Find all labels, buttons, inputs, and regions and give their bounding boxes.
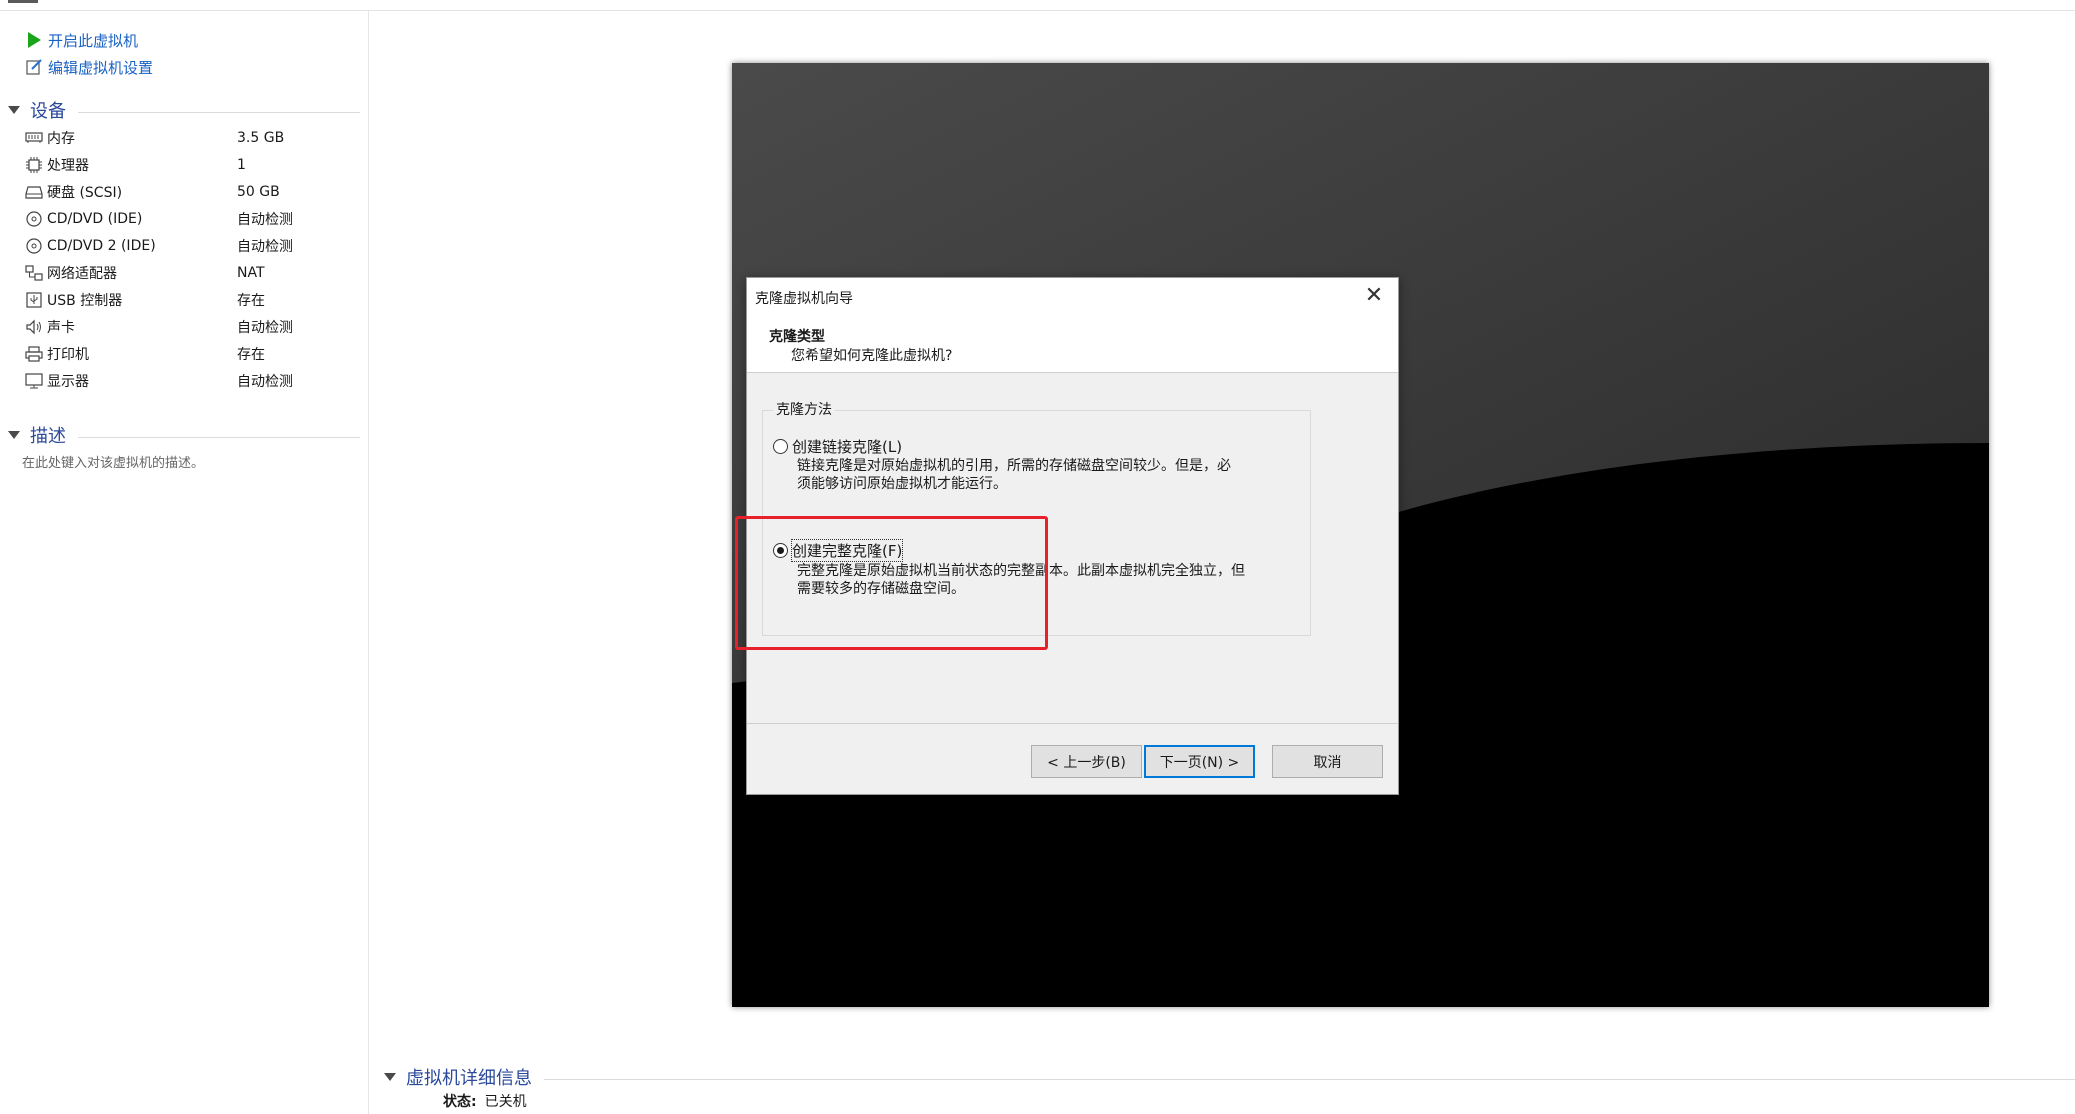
- back-button[interactable]: < 上一步(B): [1031, 745, 1142, 778]
- section-divider: [78, 111, 360, 113]
- desc-line: 须能够访问原始虚拟机才能运行。: [797, 476, 1007, 492]
- usb-icon: [24, 291, 44, 309]
- device-name: 打印机: [47, 347, 89, 363]
- device-name: 处理器: [47, 158, 89, 174]
- device-value: 50 GB: [237, 184, 280, 200]
- devices-section-title: 设备: [30, 101, 66, 122]
- cancel-button[interactable]: 取消: [1272, 745, 1383, 778]
- device-value: 自动检测: [237, 239, 293, 255]
- collapse-triangle-icon: [8, 106, 20, 114]
- device-row-printer[interactable]: 打印机 存在: [24, 341, 354, 367]
- device-name: 声卡: [47, 320, 75, 336]
- section-divider: [78, 436, 360, 438]
- device-row-processor[interactable]: 处理器 1: [24, 152, 354, 178]
- dialog-subheading: 您希望如何克隆此虚拟机?: [791, 348, 953, 364]
- device-row-memory[interactable]: 内存 3.5 GB: [24, 125, 354, 151]
- device-name: USB 控制器: [47, 293, 123, 309]
- devices-section-header[interactable]: 设备: [8, 96, 360, 124]
- collapse-triangle-icon: [8, 431, 20, 439]
- edit-vm-settings-label: 编辑虚拟机设置: [48, 58, 154, 77]
- vm-summary-panel: 开启此虚拟机 编辑虚拟机设置 设备 内存 3.5 GB 处理器 1 硬盘 (SC…: [0, 11, 369, 1114]
- vm-details-section-header[interactable]: 虚拟机详细信息: [384, 1063, 2075, 1091]
- vm-status-row: 状态: 已关机: [443, 1091, 527, 1111]
- memory-icon: [24, 129, 44, 147]
- edit-vm-settings-link[interactable]: 编辑虚拟机设置: [24, 54, 153, 80]
- vmware-workstation-window: 开启此虚拟机 编辑虚拟机设置 设备 内存 3.5 GB 处理器 1 硬盘 (SC…: [0, 0, 2075, 1114]
- vm-details-title: 虚拟机详细信息: [406, 1068, 532, 1089]
- device-value: 3.5 GB: [237, 130, 285, 146]
- device-name: 硬盘 (SCSI): [47, 185, 123, 201]
- power-on-vm-label: 开启此虚拟机: [48, 31, 139, 50]
- cpu-icon: [24, 156, 44, 174]
- red-highlight-annotation: [735, 516, 1048, 650]
- clone-method-group-label: 克隆方法: [773, 399, 835, 419]
- dialog-heading: 克隆类型: [769, 329, 825, 345]
- device-name: CD/DVD 2 (IDE): [47, 238, 156, 254]
- device-name: CD/DVD (IDE): [47, 211, 143, 227]
- top-toolbar-strip: [0, 0, 2075, 11]
- play-icon: [24, 30, 44, 50]
- device-value: 自动检测: [237, 212, 293, 228]
- status-key: 状态:: [443, 1094, 477, 1110]
- linked-clone-label: 创建链接克隆(L): [792, 438, 903, 456]
- edit-settings-icon: [24, 57, 44, 77]
- radio-button[interactable]: [773, 439, 788, 454]
- sound-icon: [24, 318, 44, 336]
- device-name: 内存: [47, 131, 75, 147]
- section-divider: [544, 1078, 2075, 1080]
- cd-icon: [24, 210, 44, 228]
- collapse-triangle-icon: [384, 1073, 396, 1081]
- device-value: 存在: [237, 293, 265, 309]
- device-row-network[interactable]: 网络适配器 NAT: [24, 260, 354, 286]
- device-name: 网络适配器: [47, 266, 117, 282]
- monitor-icon: [24, 372, 44, 390]
- tab-indicator: [8, 0, 38, 3]
- dialog-window-title: 克隆虚拟机向导: [755, 291, 853, 307]
- close-icon[interactable]: ✕: [1362, 284, 1386, 308]
- device-value: 存在: [237, 347, 265, 363]
- status-value: 已关机: [484, 1094, 527, 1110]
- description-input[interactable]: 在此处键入对该虚拟机的描述。: [22, 452, 204, 471]
- device-value: NAT: [237, 265, 265, 281]
- linked-clone-description: 链接克隆是对原始虚拟机的引用，所需的存储磁盘空间较少。但是，必 须能够访问原始虚…: [797, 457, 1287, 493]
- printer-icon: [24, 345, 44, 363]
- dialog-footer-separator: [747, 723, 1398, 724]
- dialog-header: 克隆虚拟机向导 ✕ 克隆类型 您希望如何克隆此虚拟机?: [747, 278, 1398, 373]
- linked-clone-radio[interactable]: 创建链接克隆(L): [773, 436, 902, 457]
- device-name: 显示器: [47, 374, 89, 390]
- device-value: 自动检测: [237, 320, 293, 336]
- power-on-vm-link[interactable]: 开启此虚拟机: [24, 27, 138, 53]
- network-icon: [24, 264, 44, 282]
- description-section-title: 描述: [30, 426, 66, 447]
- device-row-cd-dvd-2[interactable]: CD/DVD 2 (IDE) 自动检测: [24, 233, 354, 259]
- next-button[interactable]: 下一页(N) >: [1144, 745, 1255, 778]
- device-value: 1: [237, 157, 246, 173]
- device-row-harddisk[interactable]: 硬盘 (SCSI) 50 GB: [24, 179, 354, 205]
- cd-icon: [24, 237, 44, 255]
- device-row-sound[interactable]: 声卡 自动检测: [24, 314, 354, 340]
- description-section-header[interactable]: 描述: [8, 421, 360, 449]
- device-row-display[interactable]: 显示器 自动检测: [24, 368, 354, 394]
- device-value: 自动检测: [237, 374, 293, 390]
- harddisk-icon: [24, 183, 44, 201]
- desc-line: 链接克隆是对原始虚拟机的引用，所需的存储磁盘空间较少。但是，必: [797, 458, 1231, 474]
- device-row-cd-dvd[interactable]: CD/DVD (IDE) 自动检测: [24, 206, 354, 232]
- device-row-usb[interactable]: USB 控制器 存在: [24, 287, 354, 313]
